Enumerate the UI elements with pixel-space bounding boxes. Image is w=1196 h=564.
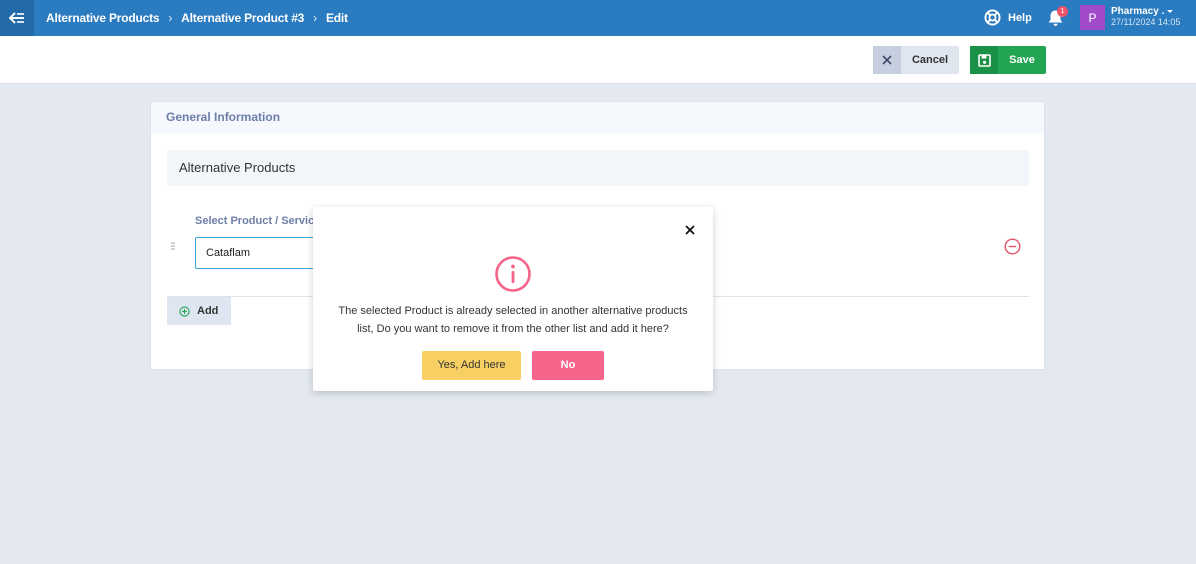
- notifications-button[interactable]: 1: [1047, 6, 1068, 27]
- close-icon[interactable]: [684, 224, 696, 236]
- lifebuoy-icon: [984, 9, 1001, 26]
- help-label: Help: [1008, 11, 1032, 24]
- notification-badge: 1: [1057, 6, 1068, 17]
- card-title: General Information: [151, 102, 1044, 133]
- cancel-label: Cancel: [911, 54, 949, 66]
- section-title: Alternative Products: [167, 150, 1029, 186]
- breadcrumb-alternative-products[interactable]: Alternative Products: [46, 11, 160, 25]
- user-name: Pharmacy .: [1111, 6, 1165, 17]
- confirm-dialog: The selected Product is already selected…: [313, 207, 713, 391]
- remove-row-icon[interactable]: [1004, 238, 1021, 255]
- action-bar: Cancel Save: [0, 36, 1196, 84]
- arrow-left-icon: [9, 12, 24, 24]
- add-label: Add: [197, 305, 219, 317]
- add-button[interactable]: Add: [167, 297, 231, 325]
- close-icon: [873, 46, 901, 74]
- drag-handle-icon[interactable]: [171, 242, 175, 252]
- breadcrumb-alternative-product[interactable]: Alternative Product #3: [181, 11, 304, 25]
- save-label: Save: [1009, 54, 1035, 66]
- info-icon: [495, 256, 531, 292]
- cancel-button[interactable]: Cancel: [873, 46, 959, 74]
- dialog-message: The selected Product is already selected…: [338, 305, 688, 335]
- back-button[interactable]: [0, 0, 34, 36]
- chevron-right-icon: ›: [313, 11, 317, 25]
- top-navbar: Alternative Products › Alternative Produ…: [0, 0, 1196, 36]
- chevron-right-icon: ›: [168, 11, 173, 25]
- user-datetime: 27/11/2024 14:05: [1111, 17, 1181, 27]
- no-button[interactable]: No: [532, 351, 604, 380]
- field-label: Select Product / Service: [195, 215, 321, 227]
- plus-circle-icon: [179, 305, 190, 317]
- user-menu[interactable]: Pharmacy . 27/11/2024 14:05: [1111, 6, 1180, 28]
- floppy-disk-icon: [970, 46, 998, 74]
- help-button[interactable]: Help: [984, 9, 1032, 26]
- yes-add-here-button[interactable]: Yes, Add here: [422, 351, 521, 380]
- caret-down-icon: [1167, 9, 1174, 13]
- breadcrumb: Alternative Products › Alternative Produ…: [46, 0, 348, 36]
- avatar[interactable]: P: [1080, 5, 1105, 30]
- breadcrumb-current: Edit: [325, 11, 348, 25]
- save-button[interactable]: Save: [970, 46, 1046, 74]
